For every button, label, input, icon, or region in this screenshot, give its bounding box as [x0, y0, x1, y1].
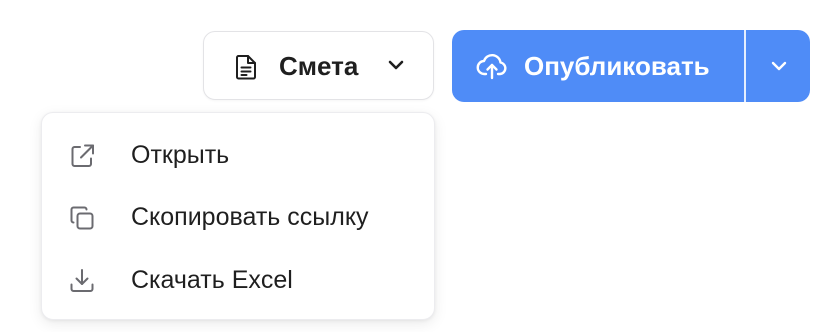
menu-item-label: Скопировать ссылку	[131, 203, 369, 231]
external-link-icon	[71, 144, 94, 167]
download-icon	[70, 269, 94, 292]
menu-item-label: Открыть	[131, 141, 230, 169]
menu-item-download-excel[interactable]: Скачать Excel	[42, 249, 434, 311]
menu-item-copy-link[interactable]: Скопировать ссылку	[42, 186, 434, 248]
publish-button[interactable]: Опубликовать	[452, 30, 744, 102]
chevron-down-icon	[388, 60, 404, 70]
publish-label: Опубликовать	[524, 51, 710, 81]
copy-icon	[70, 206, 94, 230]
document-select-button[interactable]: Смета	[203, 31, 434, 100]
document-select-label: Смета	[279, 51, 359, 81]
stage: Смета Опубликовать Открыть Скопировать с…	[0, 0, 828, 332]
menu-item-open[interactable]: Открыть	[42, 124, 434, 186]
chevron-down-icon	[771, 61, 787, 71]
menu-item-label: Скачать Excel	[131, 266, 293, 294]
publish-options-toggle[interactable]	[746, 30, 810, 102]
publish-split-button: Опубликовать	[452, 30, 810, 102]
document-menu: Открыть Скопировать ссылку Скачать Excel	[41, 112, 435, 320]
document-icon	[236, 55, 256, 80]
cloud-upload-icon	[476, 53, 507, 80]
